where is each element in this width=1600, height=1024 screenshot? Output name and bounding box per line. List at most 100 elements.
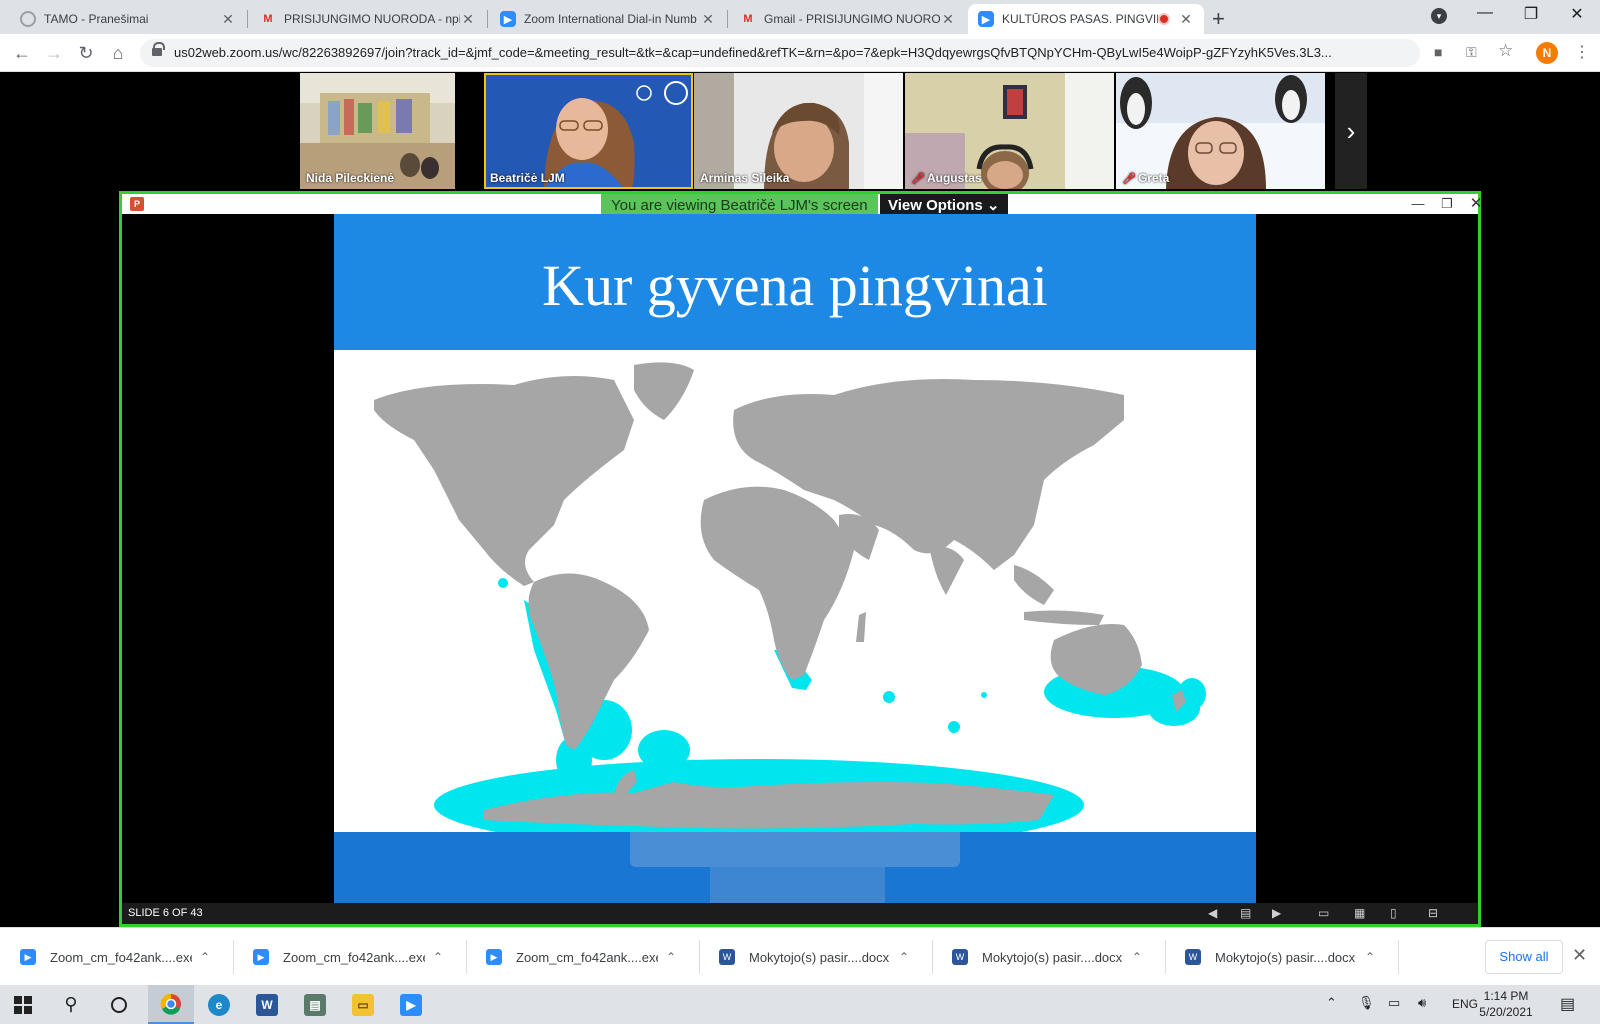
word-document-icon: W [952, 949, 968, 965]
back-icon[interactable]: ← [10, 41, 34, 65]
minimize-icon[interactable]: — [1408, 194, 1428, 214]
windows-icon [14, 995, 32, 1014]
close-icon[interactable]: ✕ [700, 11, 716, 28]
reading-view-icon[interactable]: ▯ [1390, 906, 1397, 920]
slide-footer [334, 832, 1256, 909]
chevron-up-icon[interactable]: ⌃ [899, 950, 909, 964]
tab-title: TAMO - Pranešimai [44, 12, 149, 26]
network-icon[interactable]: ▭ [1388, 995, 1400, 1011]
chevron-up-icon[interactable]: ⌃ [200, 950, 210, 964]
notifications-icon[interactable]: ▤ [1560, 994, 1575, 1014]
participant-name: 🎤︎ Augustas [911, 171, 982, 185]
slide-sorter-icon[interactable]: ▦ [1354, 906, 1365, 920]
download-name: Mokytojo(s) pasir....docx [982, 949, 1123, 965]
app-icon[interactable]: ▤ [292, 985, 338, 1024]
show-all-button[interactable]: Show all [1485, 940, 1563, 974]
close-icon[interactable]: ✕ [940, 11, 956, 28]
participant-video[interactable]: Arminas Sileika [694, 73, 903, 189]
next-participants-icon[interactable]: › [1335, 73, 1367, 189]
windows-taskbar: ⚲ e W ▤ ▭ ▶ ⌃ 🎙︎ ▭ 🔊︎ ENG 1:14 PM 5/20/2… [0, 985, 1600, 1024]
participant-video[interactable]: 🎤︎ Greta [1116, 73, 1325, 189]
chrome-icon[interactable] [148, 985, 194, 1024]
microphone-icon[interactable]: 🎙︎ [1358, 995, 1375, 1011]
close-icon[interactable]: ✕ [1572, 945, 1587, 966]
word-document-icon: W [719, 949, 735, 965]
key-icon[interactable]: ⚿ [1466, 44, 1477, 61]
tab-prisijungimo-nuoroda[interactable]: M PRISIJUNGIMO NUORODA - npile ✕ [250, 4, 486, 34]
presentation-slide: Kur gyvena pingvinai [334, 214, 1256, 909]
close-window-icon[interactable]: ✕ [1562, 4, 1592, 24]
chevron-up-icon[interactable]: ⌃ [1365, 950, 1375, 964]
penguin-habitat-map [374, 362, 1206, 832]
task-view-icon[interactable] [96, 985, 142, 1024]
star-icon[interactable]: ☆ [1498, 41, 1513, 61]
close-icon[interactable]: ✕ [1466, 194, 1486, 214]
start-button[interactable] [0, 985, 46, 1024]
participant-name: Beatričė LJM [490, 171, 565, 185]
avatar[interactable]: N [1536, 42, 1558, 64]
slideshow-status-bar: SLIDE 6 OF 43 ◀ ▤ ▶ ▭ ▦ ▯ ⊟ [122, 903, 1478, 924]
menu-icon[interactable]: ⋮ [1574, 42, 1590, 62]
close-icon[interactable]: ✕ [460, 11, 476, 28]
file-explorer-icon[interactable]: ▭ [340, 985, 386, 1024]
participant-name-text: Augustas [926, 171, 982, 185]
browser-tab-strip: TAMO - Pranešimai ✕ M PRISIJUNGIMO NUORO… [0, 0, 1600, 34]
chevron-up-icon[interactable]: ⌃ [666, 950, 676, 964]
restore-icon[interactable]: ❐ [1437, 194, 1457, 214]
participant-video[interactable]: 🎤︎ Augustas [905, 73, 1114, 189]
download-item[interactable]: W Mokytojo(s) pasir....docx ⌃ [699, 928, 931, 986]
zoom-icon: ▶ [500, 11, 516, 27]
zoom-app-icon[interactable]: ▶ [388, 985, 434, 1024]
next-slide-icon[interactable]: ▶ [1272, 906, 1281, 920]
download-item[interactable]: ▶ Zoom_cm_fo42ank....exe ⌃ [233, 928, 465, 986]
muted-mic-icon: 🎤︎ [1122, 173, 1136, 185]
zoom-icon: ▶ [486, 949, 502, 965]
address-bar[interactable]: us02web.zoom.us/wc/82263892697/join?trac… [140, 39, 1420, 67]
tab-tamo[interactable]: TAMO - Pranešimai ✕ [10, 4, 246, 34]
normal-view-icon[interactable]: ▭ [1318, 906, 1329, 920]
tab-zoom-dial-in[interactable]: ▶ Zoom International Dial-in Numb ✕ [490, 4, 726, 34]
slideshow-icon[interactable]: ⊟ [1428, 906, 1438, 920]
tab-search-icon[interactable]: ▾ [1431, 8, 1447, 24]
tab-title: Zoom International Dial-in Numb [524, 12, 697, 26]
download-item[interactable]: ▶ Zoom_cm_fo42ank....exe ⌃ [466, 928, 698, 986]
download-name: Mokytojo(s) pasir....docx [1215, 949, 1356, 965]
chevron-up-icon[interactable]: ⌃ [1326, 995, 1337, 1011]
powerpoint-icon: P [130, 197, 144, 211]
participant-video-active-speaker[interactable]: Beatričė LJM [484, 73, 693, 189]
slide-header: Kur gyvena pingvinai [334, 214, 1256, 350]
edge-icon[interactable]: e [196, 985, 242, 1024]
view-options-label: View Options [888, 197, 983, 214]
clock-time: 1:14 PM [1483, 989, 1529, 1003]
previous-slide-icon[interactable]: ◀ [1208, 906, 1217, 920]
slide-menu-icon[interactable]: ▤ [1240, 906, 1251, 920]
camera-icon[interactable]: ■ [1434, 44, 1442, 60]
download-name: Zoom_cm_fo42ank....exe [283, 949, 425, 965]
chevron-up-icon[interactable]: ⌃ [1132, 950, 1142, 964]
search-icon[interactable]: ⚲ [48, 985, 94, 1024]
close-icon[interactable]: ✕ [1178, 11, 1194, 28]
participant-name: 🎤︎ Greta [1122, 171, 1169, 185]
clock[interactable]: 1:14 PM 5/20/2021 [1474, 988, 1538, 1020]
download-item[interactable]: ▶ Zoom_cm_fo42ank....exe ⌃ [0, 928, 232, 986]
word-icon[interactable]: W [244, 985, 290, 1024]
muted-mic-icon: 🎤︎ [911, 173, 925, 185]
download-item[interactable]: W Mokytojo(s) pasir....docx ⌃ [932, 928, 1164, 986]
new-tab-button[interactable]: + [1212, 6, 1225, 32]
forward-icon[interactable]: → [42, 41, 66, 65]
tab-kulturos-pasas[interactable]: ▶ KULTŪROS PASAS. PINGVINAI ✕ [968, 4, 1204, 34]
tab-gmail[interactable]: M Gmail - PRISIJUNGIMO NUORODA ✕ [730, 4, 966, 34]
tab-title: Gmail - PRISIJUNGIMO NUORODA [764, 12, 940, 26]
volume-icon[interactable]: 🔊︎ [1418, 995, 1426, 1011]
download-item[interactable]: W Mokytojo(s) pasir....docx ⌃ [1165, 928, 1397, 986]
home-icon[interactable]: ⌂ [106, 41, 130, 65]
close-icon[interactable]: ✕ [220, 11, 236, 28]
participant-video[interactable]: Nida Pileckienė [300, 73, 455, 189]
reload-icon[interactable]: ↻ [74, 41, 98, 65]
word-document-icon: W [1185, 949, 1201, 965]
restore-icon[interactable]: ❐ [1516, 4, 1546, 24]
slide-counter: SLIDE 6 OF 43 [128, 907, 203, 919]
minimize-icon[interactable]: — [1470, 4, 1500, 22]
chevron-up-icon[interactable]: ⌃ [433, 950, 443, 964]
tab-title: KULTŪROS PASAS. PINGVINAI [1002, 12, 1158, 26]
